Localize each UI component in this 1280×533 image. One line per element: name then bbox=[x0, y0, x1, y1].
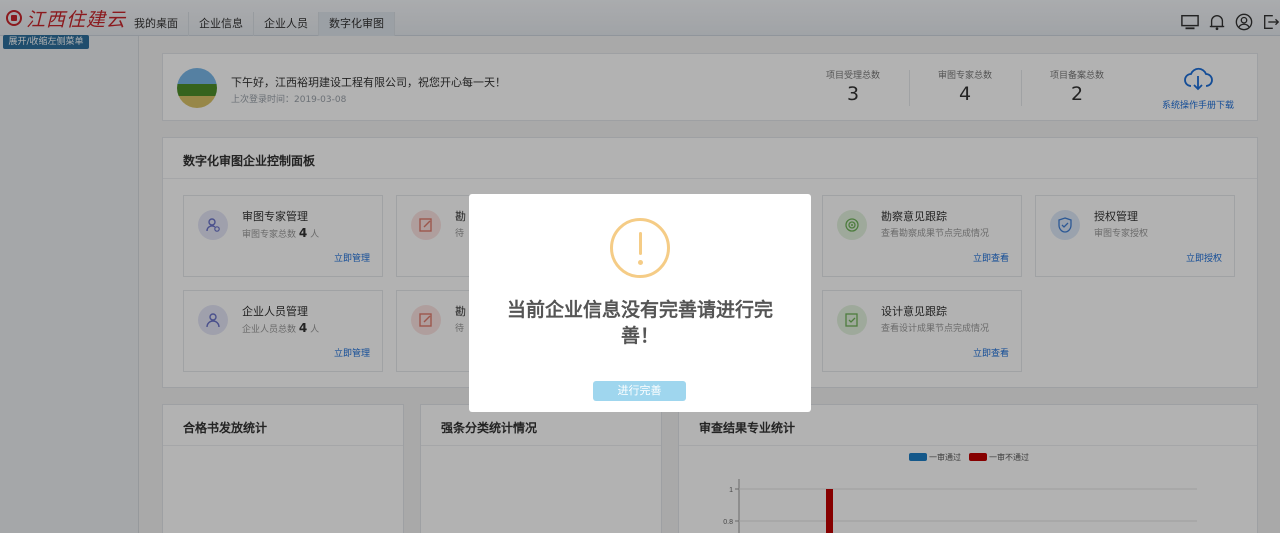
dialog-message: 当前企业信息没有完善请进行完善！ bbox=[506, 299, 773, 347]
complete-info-button[interactable]: 进行完善 bbox=[593, 381, 686, 401]
warning-icon bbox=[610, 218, 670, 278]
incomplete-info-dialog: 当前企业信息没有完善请进行完善！ 进行完善 bbox=[469, 194, 811, 412]
